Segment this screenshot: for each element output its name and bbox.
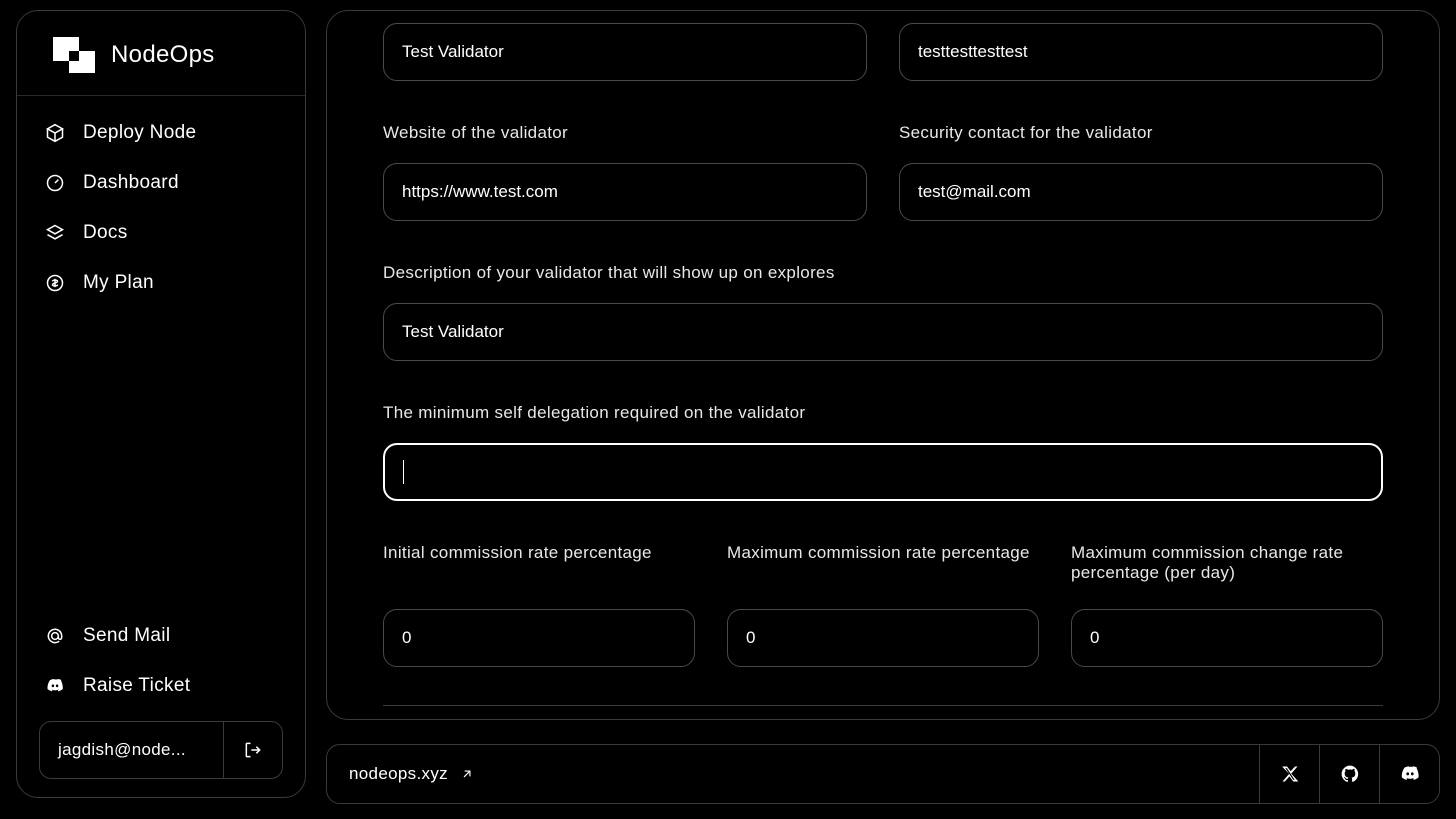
site-link[interactable]: nodeops.xyz xyxy=(327,745,1259,803)
commission-max-input[interactable] xyxy=(727,609,1039,667)
sidebar-item-send-mail[interactable]: Send Mail xyxy=(45,625,277,647)
security-contact-label: Security contact for the validator xyxy=(899,123,1383,143)
main-panel: Website of the validator Security contac… xyxy=(326,10,1440,720)
sidebar-item-label: Send Mail xyxy=(83,625,170,647)
website-label: Website of the validator xyxy=(383,123,867,143)
brand-name: NodeOps xyxy=(111,41,215,69)
commission-initial-input[interactable] xyxy=(383,609,695,667)
cube-icon xyxy=(45,123,65,143)
gauge-icon xyxy=(45,173,65,193)
min-self-delegation-label: The minimum self delegation required on … xyxy=(383,403,1383,423)
at-icon xyxy=(45,626,65,646)
brand[interactable]: NodeOps xyxy=(17,11,305,96)
sidebar-item-label: Dashboard xyxy=(83,172,179,194)
discord-icon xyxy=(45,676,65,696)
logout-button[interactable] xyxy=(224,722,282,778)
sidebar-item-label: Docs xyxy=(83,222,128,244)
brand-logo-icon xyxy=(53,37,95,73)
commission-initial-label: Initial commission rate percentage xyxy=(383,543,695,589)
sidebar-item-label: Raise Ticket xyxy=(83,675,190,697)
sidebar-item-deploy-node[interactable]: Deploy Node xyxy=(45,122,277,144)
sidebar-item-docs[interactable]: Docs xyxy=(45,222,277,244)
x-icon xyxy=(1280,764,1300,784)
sidebar-item-label: Deploy Node xyxy=(83,122,196,144)
social-x[interactable] xyxy=(1259,745,1319,803)
commission-max-label: Maximum commission rate percentage xyxy=(727,543,1039,589)
security-contact-input[interactable] xyxy=(899,163,1383,221)
logout-icon xyxy=(243,740,263,760)
site-url: nodeops.xyz xyxy=(349,764,448,784)
discord-icon xyxy=(1399,763,1421,785)
account-row: jagdish@node... xyxy=(39,721,283,779)
commission-change-input[interactable] xyxy=(1071,609,1383,667)
layers-icon xyxy=(45,223,65,243)
sidebar-item-my-plan[interactable]: My Plan xyxy=(45,272,277,294)
text-cursor-icon xyxy=(403,460,404,484)
min-self-delegation-input[interactable] xyxy=(383,443,1383,501)
external-link-icon xyxy=(460,767,474,781)
social-github[interactable] xyxy=(1319,745,1379,803)
commission-change-label: Maximum commission change rate percentag… xyxy=(1071,543,1383,589)
github-icon xyxy=(1340,764,1360,784)
description-input[interactable] xyxy=(383,303,1383,361)
bottom-bar: nodeops.xyz xyxy=(326,744,1440,804)
validator-identity-input[interactable] xyxy=(899,23,1383,81)
sidebar-item-raise-ticket[interactable]: Raise Ticket xyxy=(45,675,277,697)
section-divider xyxy=(383,705,1383,706)
website-input[interactable] xyxy=(383,163,867,221)
sidebar: NodeOps Deploy Node Dashboard Docs My Pl… xyxy=(16,10,306,798)
account-email[interactable]: jagdish@node... xyxy=(40,722,224,778)
sidebar-item-label: My Plan xyxy=(83,272,154,294)
dollar-circle-icon xyxy=(45,273,65,293)
description-label: Description of your validator that will … xyxy=(383,263,1383,283)
validator-name-input[interactable] xyxy=(383,23,867,81)
sidebar-support: Send Mail Raise Ticket xyxy=(17,625,305,721)
sidebar-item-dashboard[interactable]: Dashboard xyxy=(45,172,277,194)
sidebar-nav: Deploy Node Dashboard Docs My Plan xyxy=(17,96,305,320)
validator-form: Website of the validator Security contac… xyxy=(383,11,1383,719)
social-discord[interactable] xyxy=(1379,745,1439,803)
